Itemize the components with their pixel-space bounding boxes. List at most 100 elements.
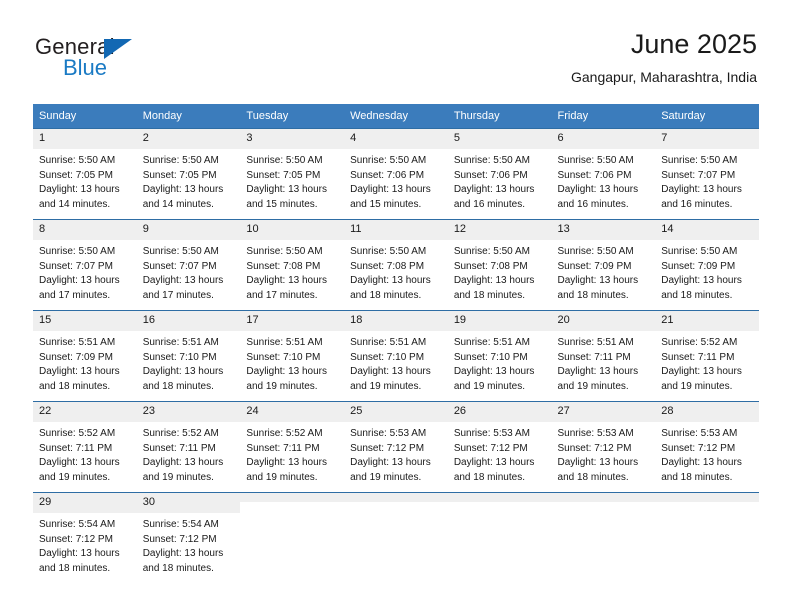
calendar-day-cell[interactable]: 10 Sunrise: 5:50 AM Sunset: 7:08 PM Dayligh… (240, 219, 345, 311)
calendar-day-cell[interactable]: 9 Sunrise: 5:50 AM Sunset: 7:07 PM Daylight… (136, 219, 241, 311)
sunrise-text: Sunrise: 5:54 AM (142, 519, 219, 530)
day-number: 5 (447, 129, 552, 149)
daylight-text: Daylight: 13 hours and 18 minutes. (142, 366, 224, 392)
calendar-day-cell[interactable]: 26 Sunrise: 5:53 AM Sunset: 7:12 PM Dayligh… (447, 401, 552, 493)
daylight-text: Daylight: 13 hours and 17 minutes. (246, 275, 328, 301)
day-details: Sunrise: 5:51 AM Sunset: 7:10 PM Daylight:… (344, 331, 448, 394)
day-number (655, 493, 759, 502)
day-number: 13 (551, 220, 656, 240)
sunset-text: Sunset: 7:06 PM (557, 169, 632, 181)
day-details: Sunrise: 5:50 AM Sunset: 7:09 PM Daylight:… (552, 240, 656, 303)
sunrise-text: Sunrise: 5:52 AM (142, 428, 219, 439)
sunrise-text: Sunrise: 5:50 AM (246, 155, 323, 166)
sunset-text: Sunset: 7:10 PM (246, 351, 321, 363)
sunrise-text: Sunrise: 5:51 AM (453, 337, 530, 348)
daylight-text: Daylight: 13 hours and 19 minutes. (350, 457, 431, 483)
calendar-day-cell[interactable]: 20 Sunrise: 5:51 AM Sunset: 7:11 PM Dayligh… (551, 310, 656, 402)
day-number: 19 (447, 311, 552, 331)
day-number: 1 (33, 129, 137, 149)
daylight-text: Daylight: 13 hours and 19 minutes. (246, 366, 328, 392)
sunset-text: Sunset: 7:08 PM (246, 260, 321, 272)
day-number: 9 (136, 220, 241, 240)
sunrise-text: Sunrise: 5:52 AM (661, 337, 738, 348)
sunrise-text: Sunrise: 5:50 AM (453, 246, 530, 257)
calendar-day-cell[interactable]: 11 Sunrise: 5:50 AM Sunset: 7:08 PM Dayligh… (344, 219, 448, 311)
sunset-text: Sunset: 7:11 PM (246, 442, 320, 454)
calendar-day-cell[interactable]: 24 Sunrise: 5:52 AM Sunset: 7:11 PM Dayligh… (240, 401, 345, 493)
weekday-header-tuesday: Tuesday (240, 104, 345, 129)
calendar-day-cell[interactable]: 29 Sunrise: 5:54 AM Sunset: 7:12 PM Dayligh… (33, 492, 137, 577)
calendar-day-cell[interactable]: 4 Sunrise: 5:50 AM Sunset: 7:06 PM Daylight… (344, 128, 448, 220)
sunset-text: Sunset: 7:10 PM (453, 351, 528, 363)
sunset-text: Sunset: 7:09 PM (661, 260, 736, 272)
sunset-text: Sunset: 7:12 PM (557, 442, 632, 454)
weekday-header-sunday: Sunday (33, 104, 137, 129)
sunrise-text: Sunrise: 5:50 AM (142, 155, 219, 166)
weekday-header-monday: Monday (136, 104, 241, 129)
sunrise-text: Sunrise: 5:50 AM (350, 246, 427, 257)
day-number: 26 (447, 402, 552, 422)
calendar-day-cell[interactable]: 5 Sunrise: 5:50 AM Sunset: 7:06 PM Daylight… (447, 128, 552, 220)
daylight-text: Daylight: 13 hours and 19 minutes. (350, 366, 431, 392)
sunset-text: Sunset: 7:12 PM (350, 442, 425, 454)
logo-triangle-icon (104, 39, 132, 59)
day-details: Sunrise: 5:52 AM Sunset: 7:11 PM Daylight:… (655, 331, 759, 394)
sunrise-text: Sunrise: 5:50 AM (557, 155, 634, 166)
calendar-day-cell[interactable]: 15 Sunrise: 5:51 AM Sunset: 7:09 PM Dayligh… (33, 310, 137, 402)
day-number: 22 (33, 402, 137, 422)
calendar-day-cell[interactable]: 12 Sunrise: 5:50 AM Sunset: 7:08 PM Dayligh… (447, 219, 552, 311)
calendar-day-cell[interactable]: 8 Sunrise: 5:50 AM Sunset: 7:07 PM Daylight… (33, 219, 137, 311)
calendar-day-cell[interactable]: 22 Sunrise: 5:52 AM Sunset: 7:11 PM Dayligh… (33, 401, 137, 493)
day-number: 23 (136, 402, 241, 422)
daylight-text: Daylight: 13 hours and 17 minutes. (142, 275, 224, 301)
calendar-day-cell[interactable]: 18 Sunrise: 5:51 AM Sunset: 7:10 PM Dayligh… (344, 310, 448, 402)
calendar-day-cell[interactable]: 14 Sunrise: 5:50 AM Sunset: 7:09 PM Dayligh… (655, 219, 759, 311)
calendar-day-cell[interactable]: 30 Sunrise: 5:54 AM Sunset: 7:12 PM Dayligh… (136, 492, 241, 577)
calendar-day-cell[interactable]: 19 Sunrise: 5:51 AM Sunset: 7:10 PM Dayligh… (447, 310, 552, 402)
calendar-day-cell[interactable]: 3 Sunrise: 5:50 AM Sunset: 7:05 PM Daylight… (240, 128, 345, 220)
sunset-text: Sunset: 7:05 PM (142, 169, 217, 181)
sunrise-text: Sunrise: 5:50 AM (661, 155, 738, 166)
sunset-text: Sunset: 7:11 PM (661, 351, 735, 363)
sunrise-text: Sunrise: 5:53 AM (557, 428, 634, 439)
calendar-week-row: 8 Sunrise: 5:50 AM Sunset: 7:07 PM Daylight… (33, 219, 759, 311)
calendar-day-cell[interactable]: 21 Sunrise: 5:52 AM Sunset: 7:11 PM Dayligh… (655, 310, 759, 402)
sunrise-text: Sunrise: 5:51 AM (142, 337, 219, 348)
daylight-text: Daylight: 13 hours and 18 minutes. (39, 548, 120, 574)
day-number (344, 493, 448, 502)
sunset-text: Sunset: 7:07 PM (661, 169, 736, 181)
daylight-text: Daylight: 13 hours and 17 minutes. (39, 275, 120, 301)
day-details: Sunrise: 5:50 AM Sunset: 7:08 PM Daylight:… (344, 240, 448, 303)
day-number: 20 (551, 311, 656, 331)
calendar-day-cell[interactable]: 16 Sunrise: 5:51 AM Sunset: 7:10 PM Dayligh… (136, 310, 241, 402)
day-details: Sunrise: 5:50 AM Sunset: 7:08 PM Daylight:… (448, 240, 552, 303)
calendar-day-cell[interactable]: 2 Sunrise: 5:50 AM Sunset: 7:05 PM Daylight… (136, 128, 241, 220)
day-number: 11 (344, 220, 448, 240)
calendar-day-cell[interactable]: 27 Sunrise: 5:53 AM Sunset: 7:12 PM Dayligh… (551, 401, 656, 493)
calendar-day-cell[interactable]: 17 Sunrise: 5:51 AM Sunset: 7:10 PM Dayligh… (240, 310, 345, 402)
sunrise-text: Sunrise: 5:53 AM (350, 428, 427, 439)
calendar-empty-cell (655, 492, 759, 577)
day-details: Sunrise: 5:50 AM Sunset: 7:08 PM Daylight:… (240, 240, 344, 303)
day-details: Sunrise: 5:51 AM Sunset: 7:10 PM Daylight:… (448, 331, 552, 394)
daylight-text: Daylight: 13 hours and 18 minutes. (661, 457, 742, 483)
calendar-day-cell[interactable]: 7 Sunrise: 5:50 AM Sunset: 7:07 PM Daylight… (655, 128, 759, 220)
daylight-text: Daylight: 13 hours and 14 minutes. (142, 184, 224, 210)
sunset-text: Sunset: 7:09 PM (39, 351, 113, 363)
weekday-header-thursday: Thursday (447, 104, 552, 129)
weekday-header-saturday: Saturday (655, 104, 759, 129)
daylight-text: Daylight: 13 hours and 19 minutes. (142, 457, 224, 483)
calendar-day-cell[interactable]: 25 Sunrise: 5:53 AM Sunset: 7:12 PM Dayligh… (344, 401, 448, 493)
daylight-text: Daylight: 13 hours and 15 minutes. (246, 184, 328, 210)
calendar-day-cell[interactable]: 1 Sunrise: 5:50 AM Sunset: 7:05 PM Daylight… (33, 128, 137, 220)
sunrise-text: Sunrise: 5:52 AM (246, 428, 323, 439)
day-number: 12 (447, 220, 552, 240)
daylight-text: Daylight: 13 hours and 19 minutes. (39, 457, 120, 483)
calendar-day-cell[interactable]: 28 Sunrise: 5:53 AM Sunset: 7:12 PM Dayligh… (655, 401, 759, 493)
day-number: 15 (33, 311, 137, 331)
calendar-day-cell[interactable]: 13 Sunrise: 5:50 AM Sunset: 7:09 PM Dayligh… (551, 219, 656, 311)
day-details: Sunrise: 5:50 AM Sunset: 7:07 PM Daylight:… (137, 240, 241, 303)
day-number: 24 (240, 402, 345, 422)
calendar-day-cell[interactable]: 6 Sunrise: 5:50 AM Sunset: 7:06 PM Daylight… (551, 128, 656, 220)
calendar-day-cell[interactable]: 23 Sunrise: 5:52 AM Sunset: 7:11 PM Dayligh… (136, 401, 241, 493)
